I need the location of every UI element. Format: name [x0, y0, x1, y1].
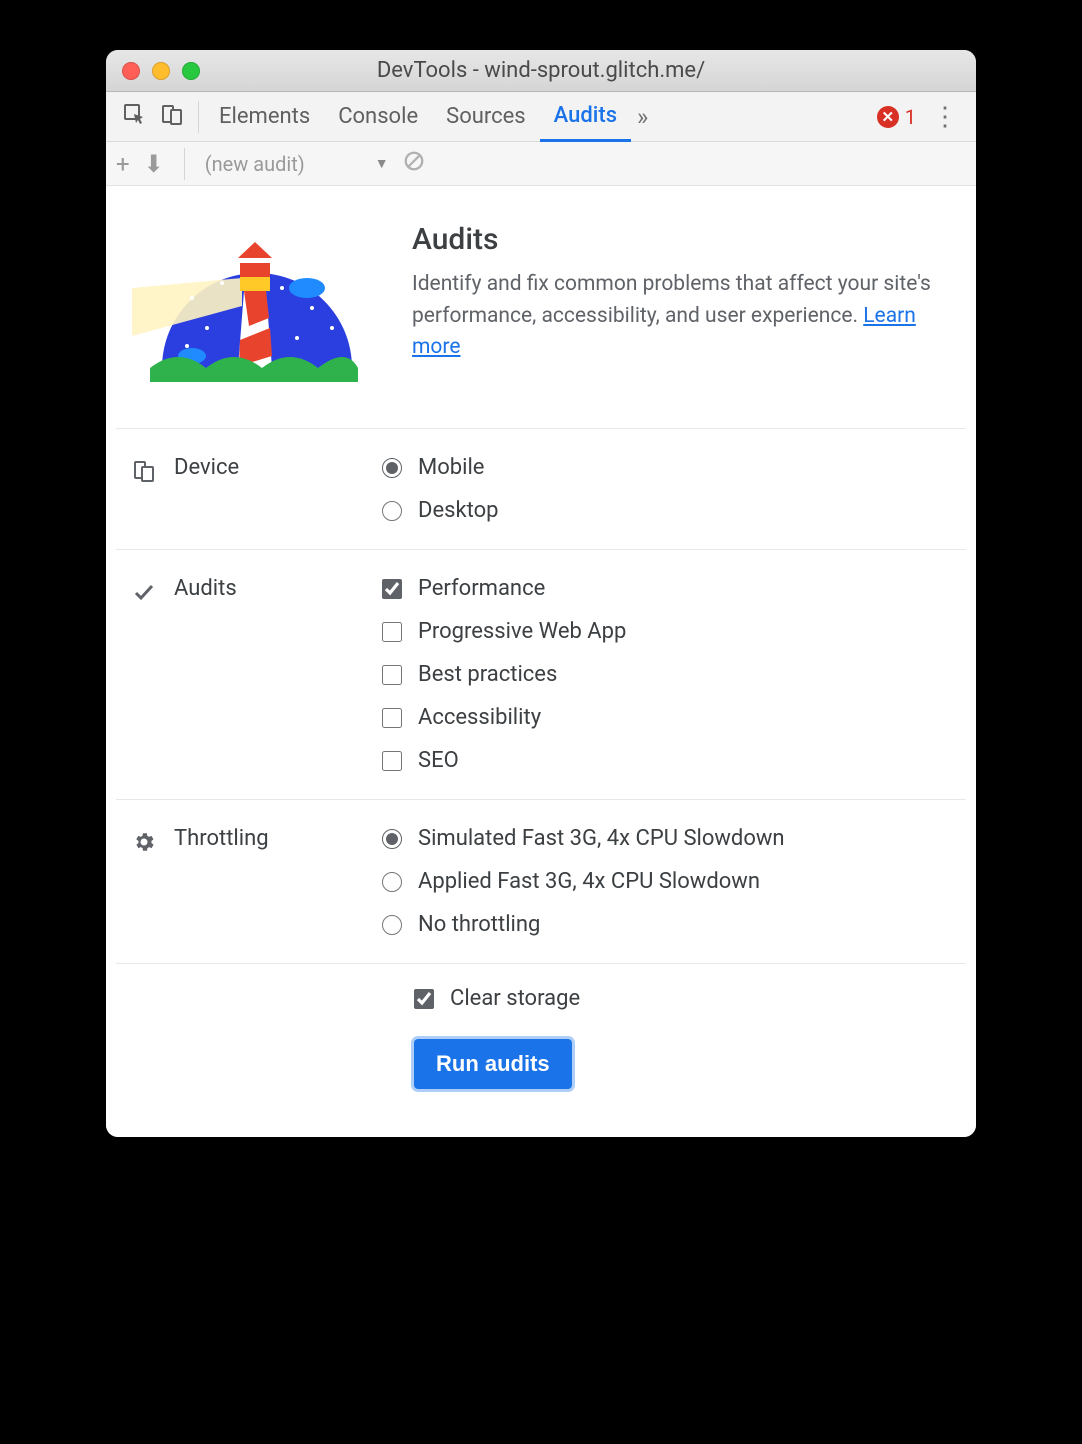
- audit-option-label: Accessibility: [418, 705, 541, 730]
- audit-option-label: Best practices: [418, 662, 557, 687]
- device-icon: [132, 457, 156, 481]
- clear-icon[interactable]: [403, 150, 425, 177]
- tab-console[interactable]: Console: [324, 92, 432, 142]
- audits-section: Audits Performance Progressive Web App B…: [116, 549, 966, 799]
- throttling-option-simulated[interactable]: Simulated Fast 3G, 4x CPU Slowdown: [382, 826, 785, 851]
- window-title: DevTools - wind-sprout.glitch.me/: [106, 58, 976, 83]
- throttling-radio-applied[interactable]: [382, 872, 402, 892]
- device-radio-desktop[interactable]: [382, 501, 402, 521]
- toggle-device-toolbar-icon[interactable]: [160, 102, 184, 132]
- inspect-element-icon[interactable]: [122, 102, 146, 132]
- run-audits-button[interactable]: Run audits: [414, 1039, 572, 1089]
- separator: [184, 148, 185, 180]
- audits-toolbar: + ⬇ (new audit) ▼: [106, 142, 976, 186]
- dropdown-caret-icon: ▼: [375, 155, 389, 172]
- throttling-option-label: Simulated Fast 3G, 4x CPU Slowdown: [418, 826, 785, 851]
- separator: [198, 101, 199, 133]
- audit-option-label: SEO: [418, 748, 459, 773]
- audits-options: Performance Progressive Web App Best pra…: [382, 576, 626, 773]
- throttling-section: Throttling Simulated Fast 3G, 4x CPU Slo…: [116, 799, 966, 963]
- throttling-option-applied[interactable]: Applied Fast 3G, 4x CPU Slowdown: [382, 869, 785, 894]
- audit-selector-dropdown[interactable]: (new audit) ▼: [205, 152, 389, 176]
- throttling-radio-none[interactable]: [382, 915, 402, 935]
- throttling-options: Simulated Fast 3G, 4x CPU Slowdown Appli…: [382, 826, 785, 937]
- device-option-label: Desktop: [418, 498, 499, 523]
- throttling-radio-simulated[interactable]: [382, 829, 402, 849]
- error-count-badge[interactable]: ✕ 1: [877, 105, 922, 129]
- clear-storage-label: Clear storage: [450, 986, 580, 1011]
- audit-option-best-practices[interactable]: Best practices: [382, 662, 626, 687]
- intro-body-text: Identify and fix common problems that af…: [412, 272, 931, 328]
- audit-option-seo[interactable]: SEO: [382, 748, 626, 773]
- audit-checkbox-seo[interactable]: [382, 751, 402, 771]
- title-bar: DevTools - wind-sprout.glitch.me/: [106, 50, 976, 92]
- error-count: 1: [905, 105, 916, 129]
- throttling-option-label: No throttling: [418, 912, 540, 937]
- audit-option-label: Progressive Web App: [418, 619, 626, 644]
- tab-sources[interactable]: Sources: [432, 92, 540, 142]
- throttling-option-none[interactable]: No throttling: [382, 912, 785, 937]
- devtools-tab-bar: Elements Console Sources Audits » ✕ 1 ⋮: [106, 92, 976, 142]
- device-section-label: Device: [174, 455, 239, 480]
- device-option-mobile[interactable]: Mobile: [382, 455, 499, 480]
- audit-option-accessibility[interactable]: Accessibility: [382, 705, 626, 730]
- lighthouse-illustration: [132, 228, 372, 394]
- gear-icon: [132, 828, 156, 852]
- device-options: Mobile Desktop: [382, 455, 499, 523]
- tab-audits[interactable]: Audits: [540, 92, 631, 142]
- audit-checkbox-accessibility[interactable]: [382, 708, 402, 728]
- clear-storage-checkbox[interactable]: [414, 989, 434, 1009]
- audit-option-label: Performance: [418, 576, 545, 601]
- audit-checkbox-performance[interactable]: [382, 579, 402, 599]
- intro-paragraph: Identify and fix common problems that af…: [412, 269, 950, 364]
- audit-option-performance[interactable]: Performance: [382, 576, 626, 601]
- device-option-label: Mobile: [418, 455, 484, 480]
- devtools-window: DevTools - wind-sprout.glitch.me/ Elemen…: [106, 50, 976, 1137]
- throttling-option-label: Applied Fast 3G, 4x CPU Slowdown: [418, 869, 760, 894]
- new-audit-icon[interactable]: +: [116, 150, 130, 178]
- device-option-desktop[interactable]: Desktop: [382, 498, 499, 523]
- download-report-icon[interactable]: ⬇: [144, 150, 164, 178]
- page-heading: Audits: [412, 222, 950, 257]
- more-options-icon[interactable]: ⋮: [922, 102, 968, 132]
- audit-option-pwa[interactable]: Progressive Web App: [382, 619, 626, 644]
- device-radio-mobile[interactable]: [382, 458, 402, 478]
- clear-storage-option[interactable]: Clear storage: [414, 986, 950, 1011]
- throttling-section-label: Throttling: [174, 826, 269, 851]
- tab-elements[interactable]: Elements: [205, 92, 324, 142]
- tabs-overflow-icon[interactable]: »: [631, 103, 654, 131]
- intro-section: Audits Identify and fix common problems …: [116, 214, 966, 428]
- audit-selector-label: (new audit): [205, 152, 305, 176]
- check-icon: [132, 578, 156, 602]
- error-icon: ✕: [877, 106, 899, 128]
- audit-checkbox-best-practices[interactable]: [382, 665, 402, 685]
- audits-panel: Audits Identify and fix common problems …: [106, 186, 976, 1137]
- device-section: Device Mobile Desktop: [116, 428, 966, 549]
- audit-checkbox-pwa[interactable]: [382, 622, 402, 642]
- audits-section-label: Audits: [174, 576, 237, 601]
